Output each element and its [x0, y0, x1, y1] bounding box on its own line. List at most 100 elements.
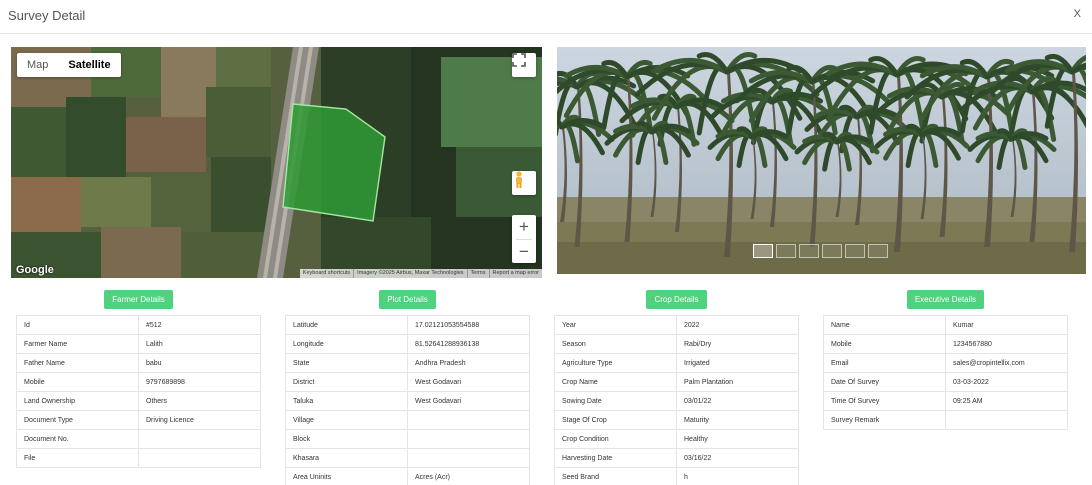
- photo-thumbnail[interactable]: [776, 244, 796, 258]
- row-label: Survey Remark: [823, 410, 946, 430]
- table-row: Village: [285, 410, 530, 430]
- google-logo: Google: [16, 264, 54, 276]
- street-view-button[interactable]: [512, 171, 536, 195]
- table-row: District West Godavari: [285, 372, 530, 392]
- row-value: Lalith: [138, 334, 261, 354]
- row-label: Father Name: [16, 353, 139, 373]
- photo-thumbnail[interactable]: [799, 244, 819, 258]
- row-value: 03-03-2022: [945, 372, 1068, 392]
- row-label: Mobile: [16, 372, 139, 392]
- row-value: Kumar: [945, 315, 1068, 335]
- section-3: Executive Details Name Kumar Mobile 12345678…: [823, 290, 1068, 430]
- table-row: Document No.: [16, 429, 261, 449]
- table-row: Latitude 17.02121053554588: [285, 315, 530, 335]
- row-value: 17.02121053554588: [407, 315, 530, 335]
- row-value: 81.52641288936138: [407, 334, 530, 354]
- row-value: Palm Plantation: [676, 372, 799, 392]
- map-type-satellite-button[interactable]: Satellite: [58, 53, 120, 77]
- map-attribution: Keyboard shortcuts Imagery ©2025 Airbus,…: [299, 269, 542, 278]
- row-value: West Godavari: [407, 391, 530, 411]
- photo-thumbnails: [753, 244, 888, 258]
- row-label: Longitude: [285, 334, 408, 354]
- row-value: #512: [138, 315, 261, 335]
- palm-plantation-photo: [557, 47, 1086, 274]
- row-label: Land Ownership: [16, 391, 139, 411]
- modal-title: Survey Detail: [8, 8, 86, 23]
- satellite-map[interactable]: Map Satellite + − Google Keyboard shortc…: [11, 47, 542, 278]
- zoom-control: + −: [512, 215, 536, 263]
- table-row: Crop Name Palm Plantation: [554, 372, 799, 392]
- row-label: Agriculture Type: [554, 353, 677, 373]
- row-value: [407, 448, 530, 468]
- table-row: Document Type Driving Licence: [16, 410, 261, 430]
- report-error-link[interactable]: Report a map error: [488, 269, 542, 278]
- table-row: Season Rabi/Dry: [554, 334, 799, 354]
- photo-thumbnail[interactable]: [868, 244, 888, 258]
- zoom-in-button[interactable]: +: [512, 215, 536, 239]
- row-label: Name: [823, 315, 946, 335]
- row-value: West Godavari: [407, 372, 530, 392]
- photo-thumbnail[interactable]: [822, 244, 842, 258]
- row-value: h: [676, 467, 799, 485]
- row-label: Latitude: [285, 315, 408, 335]
- keyboard-shortcuts-link[interactable]: Keyboard shortcuts: [300, 269, 353, 278]
- table-row: Survey Remark: [823, 410, 1068, 430]
- table-row: State Andhra Pradesh: [285, 353, 530, 373]
- section-button-3[interactable]: Executive Details: [906, 290, 985, 309]
- row-label: Area Uninits: [285, 467, 408, 485]
- row-label: Farmer Name: [16, 334, 139, 354]
- row-value: 9797689898: [138, 372, 261, 392]
- row-value: Irrigated: [676, 353, 799, 373]
- crop-photo[interactable]: [557, 47, 1086, 274]
- table-row: Taluka West Godavari: [285, 391, 530, 411]
- table-row: Crop Condition Healthy: [554, 429, 799, 449]
- row-value: 2022: [676, 315, 799, 335]
- table-row: Email sales@cropintellix.com: [823, 353, 1068, 373]
- imagery-credit: Imagery ©2025 Airbus, Maxar Technologies: [353, 269, 466, 278]
- row-value: Others: [138, 391, 261, 411]
- details-table-0: Id #512 Farmer Name Lalith Father Name babu Mo…: [16, 315, 261, 468]
- section-button-1[interactable]: Plot Details: [379, 290, 436, 309]
- row-label: State: [285, 353, 408, 373]
- table-row: Mobile 1234567880: [823, 334, 1068, 354]
- close-button[interactable]: X: [1074, 8, 1081, 20]
- row-label: Sowing Date: [554, 391, 677, 411]
- table-row: Mobile 9797689898: [16, 372, 261, 392]
- details-table-1: Latitude 17.02121053554588 Longitude 81.526…: [285, 315, 530, 485]
- row-label: Year: [554, 315, 677, 335]
- satellite-imagery: [11, 47, 542, 278]
- section-button-0[interactable]: Farmer Details: [104, 290, 173, 309]
- row-label: File: [16, 448, 139, 468]
- modal-header: Survey Detail X: [0, 0, 1092, 34]
- photo-thumbnail[interactable]: [845, 244, 865, 258]
- fullscreen-button[interactable]: [512, 53, 536, 77]
- row-label: Stage Of Crop: [554, 410, 677, 430]
- photo-thumbnail[interactable]: [753, 244, 773, 258]
- row-label: Crop Name: [554, 372, 677, 392]
- row-label: Id: [16, 315, 139, 335]
- row-label: Time Of Survey: [823, 391, 946, 411]
- map-type-map-button[interactable]: Map: [17, 53, 58, 77]
- table-row: Id #512: [16, 315, 261, 335]
- row-label: Date Of Survey: [823, 372, 946, 392]
- table-row: Date Of Survey 03-03-2022: [823, 372, 1068, 392]
- table-row: Block: [285, 429, 530, 449]
- terms-link[interactable]: Terms: [466, 269, 489, 278]
- table-row: Agriculture Type Irrigated: [554, 353, 799, 373]
- row-value: 09:25 AM: [945, 391, 1068, 411]
- details-table-3: Name Kumar Mobile 1234567880 Email sales@crop…: [823, 315, 1068, 430]
- row-value: [138, 448, 261, 468]
- table-row: Time Of Survey 09:25 AM: [823, 391, 1068, 411]
- pegman-icon: [516, 171, 522, 188]
- row-label: Village: [285, 410, 408, 430]
- row-value: [407, 410, 530, 430]
- row-label: Document No.: [16, 429, 139, 449]
- row-label: Mobile: [823, 334, 946, 354]
- section-0: Farmer Details Id #512 Farmer Name Lalith Fat…: [16, 290, 261, 468]
- row-value: Rabi/Dry: [676, 334, 799, 354]
- row-value: Driving Licence: [138, 410, 261, 430]
- zoom-out-button[interactable]: −: [512, 240, 536, 264]
- row-value: Maturity: [676, 410, 799, 430]
- fullscreen-icon: [512, 53, 526, 67]
- section-button-2[interactable]: Crop Details: [646, 290, 707, 309]
